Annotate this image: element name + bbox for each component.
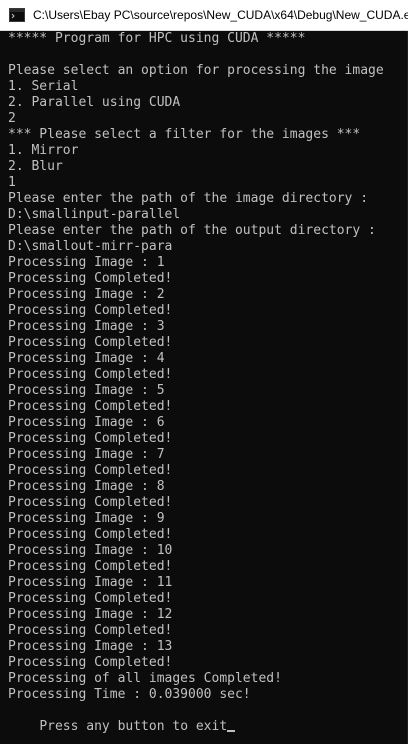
console-line: Processing Completed! bbox=[8, 367, 173, 382]
console-area[interactable]: ***** Program for HPC using CUDA ***** Pl… bbox=[0, 31, 408, 744]
console-output: ***** Program for HPC using CUDA ***** Pl… bbox=[8, 31, 384, 703]
console-line: Processing Image : 4 bbox=[8, 351, 165, 366]
console-line: Please enter the path of the output dire… bbox=[8, 223, 376, 238]
window-title: C:\Users\Ebay PC\source\repos\New_CUDA\x… bbox=[33, 8, 408, 22]
console-line: 2 bbox=[8, 111, 16, 126]
text-cursor bbox=[227, 730, 236, 732]
console-line: Processing Image : 12 bbox=[8, 607, 173, 622]
console-prompt-row: Press any button to exit bbox=[8, 703, 236, 744]
console-line: Processing Completed! bbox=[8, 463, 173, 478]
console-line: *** Please select a filter for the image… bbox=[8, 127, 361, 142]
console-line: Processing of all images Completed! bbox=[8, 671, 282, 686]
console-line: Please enter the path of the image direc… bbox=[8, 191, 369, 206]
console-line: 2. Blur bbox=[8, 159, 63, 174]
console-line: Processing Completed! bbox=[8, 335, 173, 350]
console-line: Processing Completed! bbox=[8, 399, 173, 414]
console-line: D:\smallinput-parallel bbox=[8, 207, 181, 222]
console-line: Processing Completed! bbox=[8, 303, 173, 318]
console-line: Processing Image : 13 bbox=[8, 639, 173, 654]
console-prompt-line: Press any button to exit bbox=[39, 719, 228, 734]
console-line: 1. Mirror bbox=[8, 143, 79, 158]
console-line: Processing Image : 2 bbox=[8, 287, 165, 302]
console-line: Processing Completed! bbox=[8, 623, 173, 638]
console-line: Processing Image : 5 bbox=[8, 383, 165, 398]
title-bar[interactable]: C:\Users\Ebay PC\source\repos\New_CUDA\x… bbox=[0, 0, 408, 31]
console-line: D:\smallout-mirr-para bbox=[8, 239, 173, 254]
console-line: 1 bbox=[8, 175, 16, 190]
console-line: Processing Completed! bbox=[8, 271, 173, 286]
console-line: Processing Image : 9 bbox=[8, 511, 165, 526]
console-line: Processing Image : 8 bbox=[8, 479, 165, 494]
console-line: Processing Image : 3 bbox=[8, 319, 165, 334]
console-line: Processing Completed! bbox=[8, 591, 173, 606]
console-line: Processing Completed! bbox=[8, 559, 173, 574]
console-line: Processing Completed! bbox=[8, 527, 173, 542]
console-line: Please select an option for processing t… bbox=[8, 63, 384, 78]
console-app-icon bbox=[9, 8, 25, 22]
console-line: Processing Time : 0.039000 sec! bbox=[8, 687, 251, 702]
console-line: Processing Completed! bbox=[8, 431, 173, 446]
console-line: 2. Parallel using CUDA bbox=[8, 95, 181, 110]
console-line: Processing Image : 6 bbox=[8, 415, 165, 430]
console-line: Processing Image : 11 bbox=[8, 575, 173, 590]
console-line: Processing Image : 10 bbox=[8, 543, 173, 558]
console-line: Processing Completed! bbox=[8, 655, 173, 670]
console-line: 1. Serial bbox=[8, 79, 79, 94]
console-line: Processing Image : 1 bbox=[8, 255, 165, 270]
console-line: Processing Image : 7 bbox=[8, 447, 165, 462]
console-line: Processing Completed! bbox=[8, 495, 173, 510]
console-line: ***** Program for HPC using CUDA ***** bbox=[8, 31, 306, 46]
